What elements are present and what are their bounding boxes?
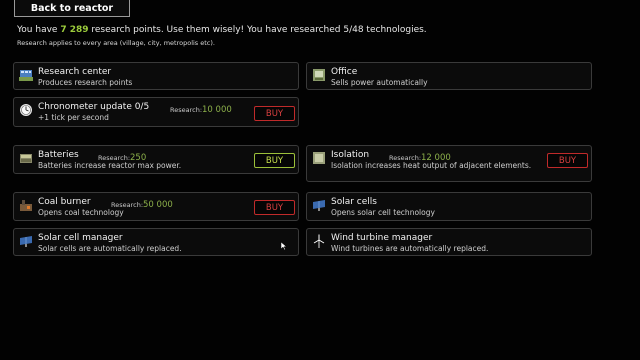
wind-turbine-icon (313, 234, 325, 248)
card-description: Opens solar cell technology (331, 208, 435, 217)
research-cost-label: Research: (98, 154, 131, 162)
buy-chronometer-button[interactable]: BUY (254, 106, 295, 121)
card-title: Coal burner (38, 197, 91, 207)
coal-burner-icon (20, 200, 32, 211)
research-center-card: Research center Produces research points (13, 62, 299, 90)
solar-cells-card: Solar cells Opens solar cell technology (306, 192, 592, 221)
research-cost: Research:250 (98, 153, 146, 163)
card-title: Solar cells (331, 197, 377, 207)
research-cost-value: 10 000 (202, 105, 232, 115)
research-points: 7 289 (60, 25, 89, 35)
card-description: Solar cells are automatically replaced. (38, 244, 182, 253)
card-title: Batteries (38, 150, 79, 160)
coal-burner-card: Coal burner Opens coal technology Resear… (13, 192, 299, 221)
research-cost-label: Research: (389, 154, 422, 162)
card-title: Research center (38, 67, 112, 77)
research-note: Research applies to every area (village,… (17, 39, 215, 47)
research-center-icon (19, 70, 33, 81)
research-cost-value: 50 000 (143, 200, 173, 210)
office-icon (313, 69, 325, 81)
wind-turbine-manager-card: Wind turbine manager Wind turbines are a… (306, 228, 592, 256)
card-title: Office (331, 67, 358, 77)
chronometer-icon (20, 104, 32, 116)
batteries-card: Batteries Batteries increase reactor max… (13, 145, 299, 174)
card-title: Chronometer update 0/5 (38, 102, 150, 112)
research-cost-value: 250 (130, 153, 147, 163)
back-to-reactor-button[interactable]: Back to reactor (14, 0, 130, 17)
battery-icon (20, 154, 32, 163)
research-cost: Research:10 000 (170, 105, 232, 115)
research-cost-label: Research: (170, 106, 203, 114)
solar-cell-icon (313, 200, 325, 211)
research-summary: You have 7 289 research points. Use them… (17, 25, 427, 35)
card-description: Wind turbines are automatically replaced… (331, 244, 489, 253)
buy-coal-burner-button[interactable]: BUY (254, 200, 295, 215)
buy-isolation-button[interactable]: BUY (547, 153, 588, 168)
research-cost-value: 12 000 (421, 153, 451, 163)
card-title: Wind turbine manager (331, 233, 433, 243)
research-cost: Research:50 000 (111, 200, 173, 210)
mouse-cursor-icon (281, 242, 287, 250)
office-card: Office Sells power automatically (306, 62, 592, 90)
card-title: Solar cell manager (38, 233, 123, 243)
solar-cell-icon (20, 236, 32, 247)
research-cost-label: Research: (111, 201, 144, 209)
card-description: +1 tick per second (38, 113, 109, 122)
card-description: Produces research points (38, 78, 133, 87)
buy-batteries-button[interactable]: BUY (254, 153, 295, 168)
research-cost: Research:12 000 (389, 153, 451, 163)
chronometer-card: Chronometer update 0/5 +1 tick per secon… (13, 97, 299, 127)
solar-cell-manager-card: Solar cell manager Solar cells are autom… (13, 228, 299, 256)
card-description: Sells power automatically (331, 78, 428, 87)
isolation-card: Isolation Isolation increases heat outpu… (306, 145, 592, 182)
card-title: Isolation (331, 150, 370, 160)
intro-suffix: research points. Use them wisely! You ha… (88, 25, 427, 35)
intro-prefix: You have (17, 25, 61, 35)
